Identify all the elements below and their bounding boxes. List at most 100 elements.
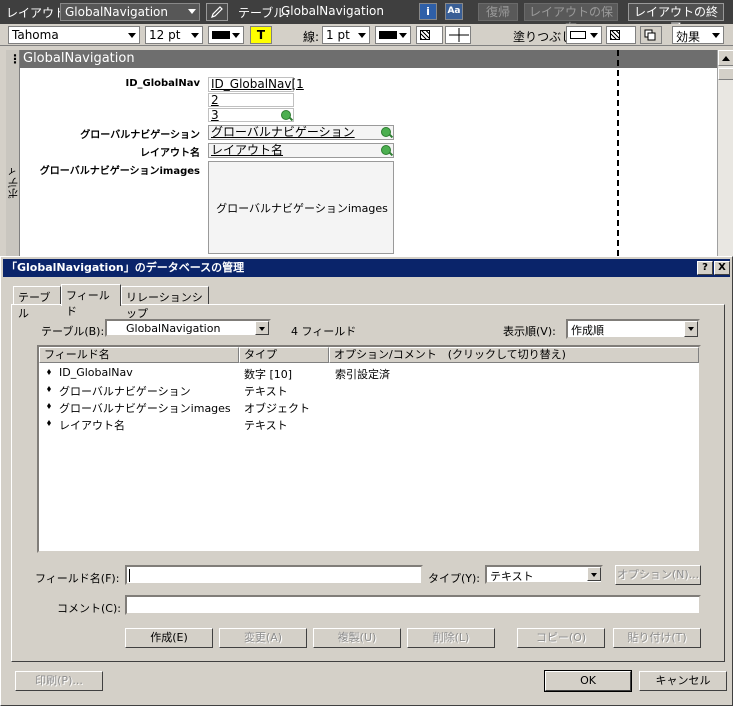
border-icon [449,28,469,42]
list-item[interactable]: レイアウト名 テキスト [39,415,699,432]
chevron-down-icon [712,33,720,38]
fields-list[interactable]: フィールド名 タイプ オプション/コメント (クリックして切り替え) ID_Gl… [37,345,701,553]
chevron-down-icon [188,9,196,14]
scroll-up-icon[interactable] [718,50,733,66]
line-label: 線: [303,30,320,44]
border-select[interactable] [445,26,471,44]
column-header-field-name[interactable]: フィールド名 [39,347,239,363]
effects-select[interactable]: 効果 [672,26,724,44]
comment-label: コメント(C): [57,602,121,615]
text-format-icon[interactable]: Aa [445,3,463,20]
field-name-input[interactable] [125,565,423,585]
edit-pencil-button[interactable] [206,3,228,21]
cancel-button[interactable]: キャンセル [639,671,727,691]
color-swatch [212,31,230,39]
color-swatch [570,31,586,39]
field-label-images[interactable]: グローバルナビゲーションimages [20,162,200,177]
tab-fields[interactable]: フィールド [61,284,121,318]
row-field-name: ID_GlobalNav [59,366,133,379]
list-item[interactable]: グローバルナビゲーションimages オブジェクト [39,398,699,415]
column-header-options[interactable]: オプション/コメント (クリックして切り替え) [329,347,699,363]
text-cursor [129,569,130,582]
text-highlight-button[interactable]: T [250,26,272,44]
chevron-down-icon[interactable] [587,567,601,581]
paste-button[interactable]: 貼り付け(T) [613,628,701,648]
list-item[interactable]: ID_GlobalNav 数字 [10] 索引設定済 [39,364,699,381]
save-layout-button[interactable]: レイアウトの保存 [524,3,618,35]
field-layout-name[interactable]: レイアウト名 [208,143,394,158]
ok-button[interactable]: OK [544,670,632,692]
line-color-select[interactable] [375,26,411,44]
row-field-type: オブジェクト [244,402,310,415]
line-width-select[interactable]: 1 pt [322,26,370,44]
part-rail: ⋮ [6,50,21,256]
vertical-scrollbar[interactable] [717,50,733,256]
scroll-thumb[interactable] [718,68,733,80]
tab-tables[interactable]: テーブル [13,286,61,320]
fill-color-select[interactable] [566,26,602,44]
font-size-value: 12 pt [149,28,181,42]
duplicate-button[interactable]: 複製(U) [313,628,401,648]
revert-button[interactable]: 復帰 [478,3,518,21]
field-global-nav[interactable]: グローバルナビゲーション [208,125,394,140]
info-icon[interactable]: i [419,3,437,20]
chevron-down-icon[interactable] [255,321,269,335]
manage-database-dialog: 「GlobalNavigation」のデータベースの管理 ? X テーブル フィ… [0,256,733,706]
page-boundary-line [617,50,619,256]
row-field-type: テキスト [244,419,288,432]
options-button[interactable]: オプション(N)... [615,565,701,585]
chevron-down-icon [232,33,240,38]
magnifier-icon [381,145,391,155]
drag-handle-icon[interactable] [47,369,51,375]
portal-row-2[interactable]: 2 [208,93,294,107]
text-color-select[interactable] [208,26,244,44]
dialog-title: 「GlobalNavigation」のデータベースの管理 [6,261,245,274]
field-layout-name-value: レイアウト名 [211,143,284,157]
field-images-container[interactable]: グローバルナビゲーションimages [208,161,394,254]
type-select[interactable]: テキスト [485,565,603,584]
field-label-layout-name[interactable]: レイアウト名 [80,144,200,159]
color-swatch [379,31,397,39]
drag-handle-icon[interactable] [47,420,51,426]
chevron-down-icon [358,33,366,38]
layout-area: GlobalNavigation ID_GlobalNav ID_GlobalN… [20,50,717,256]
create-button[interactable]: 作成(E) [125,628,213,648]
change-button[interactable]: 変更(A) [219,628,307,648]
print-button[interactable]: 印刷(P)... [15,671,103,691]
sort-order-select[interactable]: 作成順 [566,319,700,339]
copy-button[interactable]: コピー(O) [517,628,605,648]
delete-button[interactable]: 削除(L) [407,628,495,648]
list-item[interactable]: グローバルナビゲーション テキスト [39,381,699,398]
field-label-global-nav[interactable]: グローバルナビゲーション [40,126,200,141]
format-toolbar: Tahoma 12 pt T 線: 1 pt 塗りつぶし: 効果 [0,24,733,46]
exit-layout-button[interactable]: レイアウトの終了 [628,3,724,35]
line-pattern-select[interactable] [416,26,443,44]
part-grip-icon[interactable]: ⋮ [9,53,21,65]
help-button[interactable]: ? [697,261,713,275]
portal-row-3[interactable]: 3 [208,108,294,122]
pattern-icon [610,30,620,40]
drag-handle-icon[interactable] [47,403,51,409]
pattern-icon [420,30,430,40]
object-effect-button[interactable] [640,26,662,44]
fill-pattern-select[interactable] [606,26,636,44]
font-select[interactable]: Tahoma [8,26,140,44]
tab-relationships[interactable]: リレーションシップ [121,286,209,320]
layout-select[interactable]: GlobalNavigation [60,3,200,21]
column-header-type[interactable]: タイプ [239,347,329,363]
sort-order-value: 作成順 [571,324,604,337]
drag-handle-icon[interactable] [47,386,51,392]
field-images-value: グローバルナビゲーションimages [216,202,388,215]
row-field-type: 数字 [10] [244,368,293,381]
magnifier-icon [381,127,391,137]
field-label-id[interactable]: ID_GlobalNav [100,78,201,89]
field-id-portal[interactable]: ID_GlobalNav[1 [208,77,304,92]
close-button[interactable]: X [714,261,730,275]
chevron-down-icon[interactable] [684,321,698,337]
table-select[interactable]: GlobalNavigation [105,319,271,337]
dialog-titlebar: 「GlobalNavigation」のデータベースの管理 ? X [3,259,730,277]
font-size-select[interactable]: 12 pt [145,26,203,44]
row-field-name: レイアウト名 [59,419,125,432]
field-name-label: フィールド名(F): [35,572,120,585]
comment-input[interactable] [125,595,701,615]
